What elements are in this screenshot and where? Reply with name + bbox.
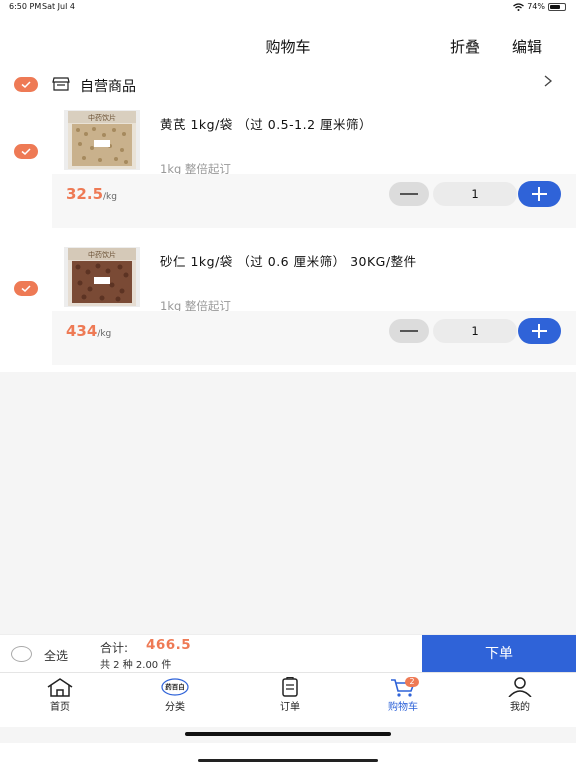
home-indicator [185, 732, 391, 736]
item-price: 32.5/kg [66, 185, 117, 203]
cart-badge: 2 [405, 677, 419, 687]
edit-button[interactable]: 编辑 [512, 36, 542, 57]
item-price-value: 32.5 [66, 185, 104, 203]
tab-profile[interactable]: 我的 [480, 677, 560, 723]
tab-label: 订单 [280, 702, 300, 713]
item-price-bar: 434/kg 1 [52, 311, 576, 365]
chevron-right-icon[interactable] [543, 74, 553, 88]
item-check[interactable] [14, 281, 38, 296]
category-icon: 药百白 [161, 678, 189, 696]
item-price-value: 434 [66, 322, 98, 340]
tab-bar: 首页 药百白 分类 订单 2 购物车 我的 [0, 672, 576, 727]
total-label: 合计: [100, 641, 129, 655]
place-order-button[interactable]: 下单 [422, 635, 576, 673]
quantity-field[interactable]: 1 [433, 182, 517, 206]
cart-item: 中药饮片 砂仁 1kg/袋 （过 0.6 厘米筛） 30KG/整件 1kg 整倍… [0, 241, 576, 367]
quantity-plus-button[interactable] [518, 181, 561, 207]
wifi-icon [513, 2, 525, 11]
status-right: 74% [513, 2, 566, 11]
tab-label: 首页 [50, 702, 70, 713]
store-header[interactable]: 自营商品 [0, 66, 576, 104]
status-bar: 6:50 PM Sat Jul 4 74% [0, 0, 576, 14]
tab-label: 分类 [165, 702, 185, 713]
app-frame: 购物车 折叠 编辑 自营商品 中药饮片 黄芪 1kg/袋 （过 0.5-1.2 … [0, 16, 576, 743]
store-check[interactable] [14, 77, 38, 92]
product-bag-image: 中药饮片 [68, 248, 136, 306]
product-bag-image: 中药饮片 [68, 111, 136, 169]
checkmark-icon [21, 285, 31, 292]
page-title: 购物车 [265, 38, 311, 56]
item-check[interactable] [14, 144, 38, 159]
store-section: 自营商品 中药饮片 黄芪 1kg/袋 （过 0.5-1.2 厘米筛） 1kg 整… [0, 66, 576, 372]
product-image[interactable]: 中药饮片 [64, 110, 140, 170]
quantity-minus-button[interactable] [389, 182, 429, 206]
quantity-plus-button[interactable] [518, 318, 561, 344]
checkout-bar: 全选 合计: 466.5 共 2 种 2.00 件 下单 [0, 634, 576, 673]
tab-label: 我的 [510, 702, 530, 713]
status-time: 6:50 PM [9, 2, 42, 11]
tab-category[interactable]: 药百白 分类 [135, 677, 215, 723]
item-price-unit: /kg [97, 329, 112, 339]
product-bag-label: 中药饮片 [88, 250, 116, 259]
battery-percent: 74% [527, 2, 545, 11]
store-icon [52, 77, 70, 91]
checkmark-icon [21, 148, 31, 155]
item-count: 共 2 种 2.00 件 [100, 660, 172, 671]
select-all-radio[interactable] [11, 646, 32, 662]
quantity-minus-button[interactable] [389, 319, 429, 343]
item-price-bar: 32.5/kg 1 [52, 174, 576, 228]
quantity-field[interactable]: 1 [433, 319, 517, 343]
checkmark-icon [21, 81, 31, 88]
product-image[interactable]: 中药饮片 [64, 247, 140, 307]
home-icon [47, 678, 73, 697]
status-date: Sat Jul 4 [42, 2, 75, 11]
item-price-unit: /kg [103, 192, 117, 202]
select-all-label[interactable]: 全选 [44, 647, 68, 664]
tab-cart[interactable]: 2 购物车 [363, 677, 443, 723]
profile-icon [508, 677, 532, 697]
order-icon [282, 677, 298, 697]
cart-item: 中药饮片 黄芪 1kg/袋 （过 0.5-1.2 厘米筛） 1kg 整倍起订 3… [0, 104, 576, 230]
store-name: 自营商品 [80, 79, 136, 95]
product-bag-label: 中药饮片 [88, 113, 116, 122]
home-indicator-bottom [198, 759, 378, 762]
item-name: 砂仁 1kg/袋 （过 0.6 厘米筛） 30KG/整件 [160, 254, 417, 269]
item-price: 434/kg [66, 322, 111, 340]
tab-home[interactable]: 首页 [20, 677, 100, 723]
battery-icon [548, 2, 566, 11]
total-value: 466.5 [146, 637, 192, 653]
category-icon-text: 药百白 [165, 682, 185, 691]
tab-orders[interactable]: 订单 [250, 677, 330, 723]
nav-bar: 购物车 折叠 编辑 [0, 16, 576, 66]
item-name: 黄芪 1kg/袋 （过 0.5-1.2 厘米筛） [160, 117, 373, 132]
fold-button[interactable]: 折叠 [450, 36, 480, 57]
tab-label: 购物车 [388, 702, 418, 713]
